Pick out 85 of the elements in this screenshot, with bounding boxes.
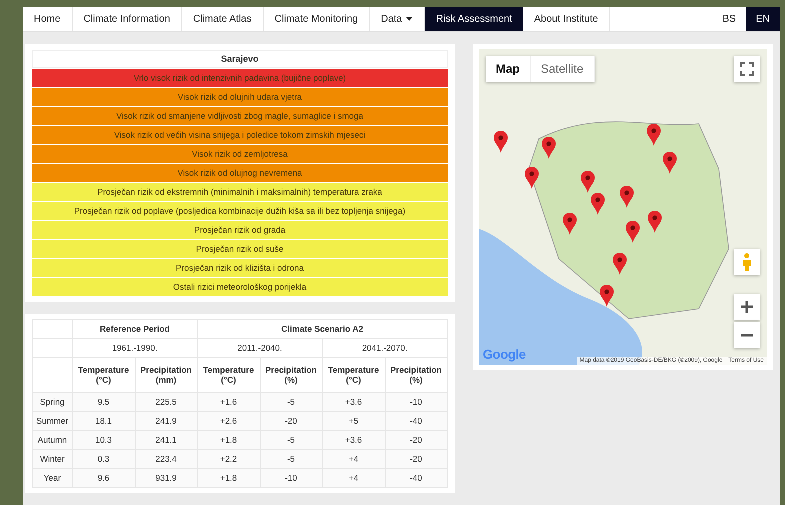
table-cell: 225.5 — [135, 392, 198, 412]
risk-row: Ostali rizici meteorološkog porijekla — [32, 277, 448, 296]
language-link[interactable]: BS — [712, 7, 746, 31]
column-group-header: Reference Period — [72, 320, 198, 338]
risk-row: Prosječan rizik od grada — [32, 220, 448, 239]
nav-link[interactable]: Climate Monitoring — [264, 7, 370, 31]
map-pin-icon — [591, 193, 605, 215]
map-pin-icon — [663, 152, 677, 174]
fullscreen-icon — [740, 62, 754, 76]
table-cell: +4 — [322, 468, 385, 488]
map-pin-icon — [620, 186, 634, 208]
table-cell: 18.1 — [72, 412, 135, 430]
map-pin-icon — [563, 213, 577, 235]
risk-table-title: Sarajevo — [32, 50, 448, 68]
map-pin-icon — [542, 137, 556, 159]
table-cell: 241.9 — [135, 412, 198, 430]
table-cell: -5 — [260, 450, 322, 468]
risk-row: Vrlo visok rizik od intenzivnih padavina (bujične poplave) — [32, 68, 448, 87]
map-logo: Google — [483, 347, 526, 362]
map-pin-icon — [613, 253, 627, 275]
language-link[interactable]: EN — [746, 7, 780, 31]
table-cell: 0.3 — [72, 450, 135, 468]
table-cell: +5 — [322, 412, 385, 430]
map-type-tab[interactable]: Map — [486, 56, 531, 82]
risk-row: Prosječan rizik od klizišta i odrona — [32, 258, 448, 277]
period-header: 2011.-2040. — [198, 338, 322, 358]
table-cell: -20 — [260, 412, 322, 430]
nav-link[interactable]: About Institute — [523, 7, 610, 31]
map-pin-icon — [648, 211, 662, 233]
nav-link[interactable]: Climate Atlas — [182, 7, 264, 31]
table-cell: -5 — [260, 430, 322, 450]
nav-link[interactable]: Climate Information — [72, 7, 182, 31]
table-cell: 241.1 — [135, 430, 198, 450]
risk-row: Prosječan rizik od suše — [32, 239, 448, 258]
map-pin-icon — [626, 221, 640, 243]
map-pin-icon — [525, 167, 539, 189]
table-cell: +2.2 — [198, 450, 260, 468]
table-cell: -5 — [260, 392, 322, 412]
season-label: Spring — [32, 392, 72, 412]
nav-link[interactable]: Risk Assessment — [425, 7, 524, 31]
table-cell: +4 — [322, 450, 385, 468]
map-pin-icon — [494, 131, 508, 153]
table-cell: +1.6 — [198, 392, 260, 412]
table-cell: 9.6 — [72, 468, 135, 488]
column-group-header: Climate Scenario A2 — [198, 320, 448, 338]
plus-icon — [741, 301, 753, 313]
table-cell: +1.8 — [198, 430, 260, 450]
map-pin-icon — [581, 171, 595, 193]
table-cell: -40 — [385, 468, 448, 488]
nav-link[interactable]: Home — [23, 7, 73, 31]
risk-row: Prosječan rizik od ekstremnih (minimalnih i maksimalnih) temperatura zraka — [32, 182, 448, 201]
caret-icon — [406, 17, 414, 21]
table-cell: +1.8 — [198, 468, 260, 488]
table-cell: -20 — [385, 430, 448, 450]
period-header: 1961.-1990. — [72, 338, 198, 358]
season-label: Summer — [32, 412, 72, 430]
table-cell: -10 — [260, 468, 322, 488]
zoom-in-button[interactable] — [734, 294, 760, 320]
pegman-icon — [742, 253, 752, 271]
table-cell: +2.6 — [198, 412, 260, 430]
map-type-tab[interactable]: Satellite — [531, 56, 595, 82]
risk-row: Visok rizik od olujnih udara vjetra — [32, 87, 448, 106]
table-cell: +3.6 — [322, 392, 385, 412]
table-cell: 931.9 — [135, 468, 198, 488]
risk-row: Visok rizik od zemljotresa — [32, 144, 448, 163]
minus-icon — [741, 334, 753, 336]
table-cell: +3.6 — [322, 430, 385, 450]
period-header: 2041.-2070. — [322, 338, 448, 358]
season-label: Year — [32, 468, 72, 488]
risk-row: Prosječan rizik od poplave (posljedica kombinacije dužih kiša sa ili bez topljenja snijega) — [32, 201, 448, 220]
zoom-out-button[interactable] — [734, 322, 760, 348]
season-label: Autumn — [32, 430, 72, 450]
table-cell: -10 — [385, 392, 448, 412]
risk-row: Visok rizik od olujnog nevremena — [32, 163, 448, 182]
fullscreen-button[interactable] — [734, 56, 760, 82]
season-label: Winter — [32, 450, 72, 468]
risk-row: Visok rizik od većih visina snijega i poledice tokom zimskih mjeseci — [32, 125, 448, 144]
table-cell: 9.5 — [72, 392, 135, 412]
map-pin-icon — [600, 285, 614, 307]
map-pin-icon — [647, 124, 661, 146]
table-cell: 10.3 — [72, 430, 135, 450]
table-cell: 223.4 — [135, 450, 198, 468]
risk-row: Visok rizik od smanjene vidljivosti zbog magle, sumaglice i smoga — [32, 106, 448, 125]
table-cell: -20 — [385, 450, 448, 468]
table-cell: -40 — [385, 412, 448, 430]
